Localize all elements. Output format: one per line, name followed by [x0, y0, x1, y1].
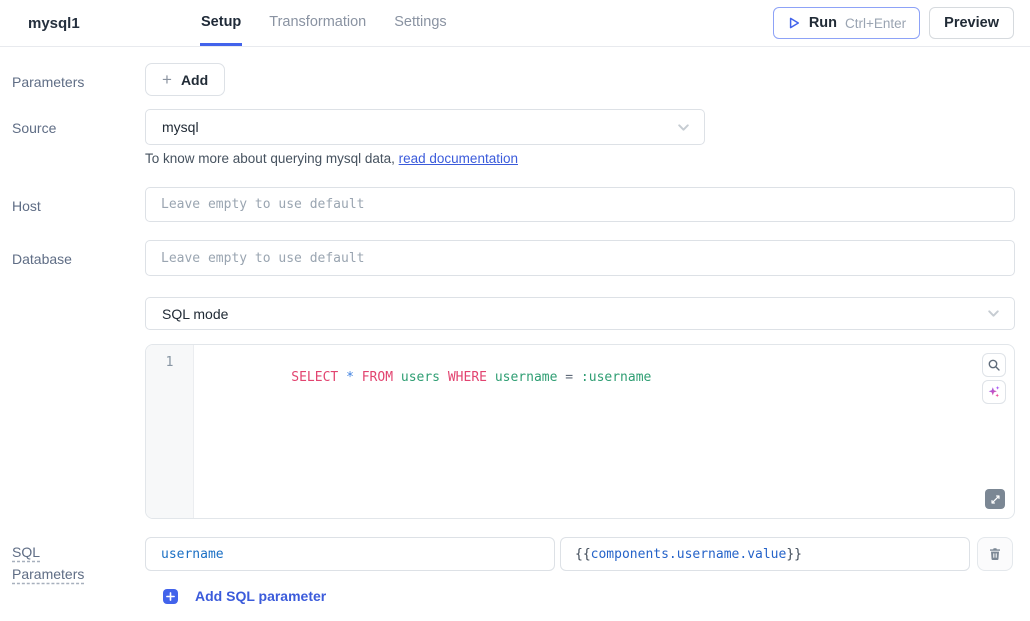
- expand-icon: [990, 494, 1001, 505]
- sql-mode-row: SQL mode: [0, 297, 1015, 330]
- preview-button[interactable]: Preview: [929, 7, 1014, 39]
- ai-sparkle-icon: [986, 384, 1002, 400]
- plus-icon[interactable]: [163, 589, 178, 604]
- setup-panel: Parameters + Add Source mysql To know mo…: [0, 63, 1030, 604]
- source-label: Source: [0, 109, 145, 166]
- tab-transformation[interactable]: Transformation: [268, 0, 367, 46]
- parameters-row: Parameters + Add: [0, 63, 1015, 96]
- delete-param-button[interactable]: [977, 537, 1013, 571]
- chevron-down-icon: [986, 306, 1001, 321]
- sql-parameters-label: SQL Parameters: [12, 542, 98, 585]
- sql-mode-select[interactable]: SQL mode: [145, 297, 1015, 330]
- run-button[interactable]: Run Ctrl+Enter: [773, 7, 920, 39]
- read-documentation-link[interactable]: read documentation: [399, 151, 518, 166]
- editor-gutter: 1: [146, 345, 194, 518]
- header: mysql1 Setup Transformation Settings Run…: [0, 0, 1030, 47]
- code-area[interactable]: SELECT * FROM users WHERE username = :us…: [194, 345, 1014, 518]
- sql-parameters-label-col: SQL Parameters: [0, 537, 145, 604]
- host-input[interactable]: [145, 187, 1015, 222]
- sql-mode-select-value: SQL mode: [162, 306, 228, 322]
- host-label: Host: [0, 187, 145, 222]
- line-number: 1: [166, 355, 174, 370]
- sql-parameter-row: {{components.username.value}}: [145, 537, 1015, 571]
- add-button-label: Add: [181, 72, 208, 88]
- binding-close-brace: }}: [786, 547, 802, 562]
- database-row: Database: [0, 240, 1015, 276]
- run-shortcut-hint: Ctrl+Enter: [845, 16, 906, 31]
- helper-text-prefix: To know more about querying mysql data,: [145, 151, 399, 166]
- ai-assist-button[interactable]: [982, 380, 1006, 404]
- code-line: SELECT * FROM users WHERE username = :us…: [291, 370, 651, 385]
- editor-spacer: [0, 344, 145, 519]
- plus-icon: +: [162, 71, 172, 88]
- source-row: Source mysql To know more about querying…: [0, 109, 1015, 166]
- tab-setup[interactable]: Setup: [200, 0, 242, 46]
- sql-code-editor[interactable]: 1 SELECT * FROM users WHERE username = :…: [145, 344, 1015, 519]
- header-actions: Run Ctrl+Enter Preview: [773, 0, 1014, 46]
- database-input[interactable]: [145, 240, 1015, 276]
- search-button[interactable]: [982, 353, 1006, 377]
- query-title: mysql1: [28, 0, 200, 46]
- add-sql-parameter-row: Add SQL parameter: [145, 588, 1015, 604]
- run-button-label: Run: [809, 15, 837, 31]
- binding-open-brace: {{: [575, 547, 591, 562]
- add-parameter-button[interactable]: + Add: [145, 63, 225, 96]
- sql-parameters-row: SQL Parameters {{components.username.val…: [0, 537, 1015, 604]
- play-icon: [787, 16, 801, 30]
- param-key-input[interactable]: [145, 537, 555, 571]
- expand-editor-button[interactable]: [985, 489, 1005, 509]
- tab-bar: Setup Transformation Settings: [200, 0, 448, 46]
- parameters-label: Parameters: [0, 63, 145, 96]
- sql-mode-spacer: [0, 297, 145, 330]
- editor-row: 1 SELECT * FROM users WHERE username = :…: [0, 344, 1015, 519]
- host-row: Host: [0, 187, 1015, 222]
- chevron-down-icon: [676, 120, 691, 135]
- editor-toolbar: [982, 353, 1006, 404]
- source-select[interactable]: mysql: [145, 109, 705, 145]
- search-icon: [987, 358, 1001, 372]
- source-helper-text: To know more about querying mysql data, …: [145, 151, 1015, 166]
- trash-icon: [988, 547, 1002, 561]
- binding-expression: components.username.value: [591, 547, 787, 562]
- tab-settings[interactable]: Settings: [393, 0, 447, 46]
- source-select-value: mysql: [162, 119, 199, 135]
- param-value-input[interactable]: {{components.username.value}}: [560, 537, 970, 571]
- add-sql-parameter-button[interactable]: Add SQL parameter: [195, 588, 326, 604]
- database-label: Database: [0, 240, 145, 276]
